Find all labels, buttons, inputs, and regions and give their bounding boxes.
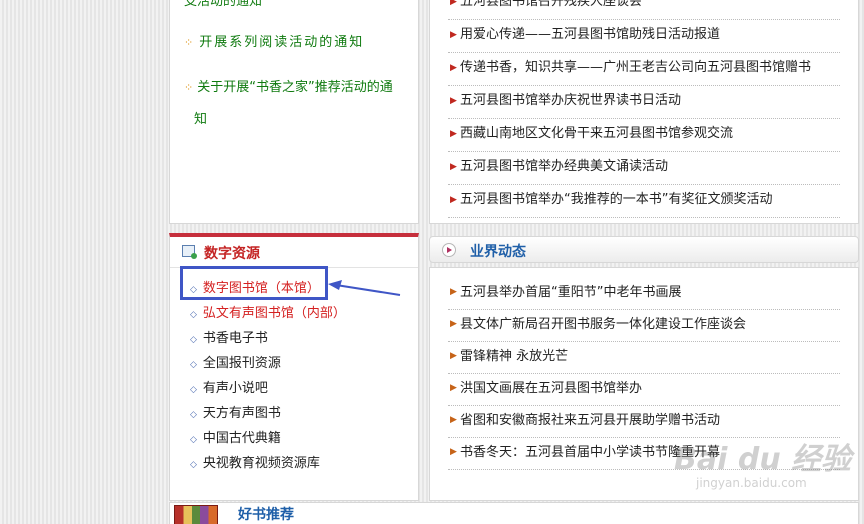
notice-link[interactable]: 支活动的通知: [184, 0, 262, 9]
news-title: 五河县图书馆举办经典美文诵读活动: [460, 159, 669, 174]
news-item[interactable]: ▶ 用爱心传递——五河县图书馆助残日活动报道: [448, 20, 840, 53]
news-item[interactable]: ▶ 洪国文画展在五河县图书馆举办: [448, 374, 840, 406]
notice-text-continued: 知: [194, 112, 208, 127]
diamond-bullet-icon: ◇: [190, 335, 197, 345]
resource-link-cctv-video[interactable]: ◇ 央视教育视频资源库: [190, 451, 346, 476]
news-title: 雷锋精神 永放光芒: [460, 349, 569, 364]
news-title: 五河县举办首届“重阳节”中老年书画展: [460, 285, 682, 300]
notice-panel: 支活动的通知 ⁘ 开展系列阅读活动的通知 ⁘ 关于开展“书香之家”推荐活动的通 知: [169, 0, 419, 224]
watermark-logo: Bai du 经验: [674, 442, 852, 477]
baidu-jingyan-watermark: Bai du 经验 jingyan.baidu.com: [668, 428, 858, 498]
resource-label: 书香电子书: [202, 331, 268, 346]
news-item[interactable]: ▶ 县文体广新局召开图书服务一体化建设工作座谈会: [448, 310, 840, 342]
news-title: 五河县图书馆召开残疾人座谈会: [460, 0, 643, 9]
news-title: 用爱心传递——五河县图书馆助残日活动报道: [460, 27, 721, 42]
notice-link[interactable]: ⁘ 关于开展“书香之家”推荐活动的通 知: [184, 72, 410, 136]
diamond-bullet-icon: ◇: [190, 410, 197, 420]
notice-text: 支活动的通知: [184, 0, 263, 9]
triangle-bullet-icon: ▶: [450, 0, 457, 7]
news-title: 省图和安徽商报社来五河县开展助学赠书活动: [460, 413, 721, 428]
news-item[interactable]: ▶ 传递书香，知识共享——广州王老吉公司向五河县图书馆赠书: [448, 53, 840, 86]
resource-label: 天方有声图书: [202, 406, 281, 421]
triangle-bullet-icon: ▶: [450, 162, 457, 172]
resource-label: 有声小说吧: [202, 381, 268, 396]
diamond-bullet-icon: ◇: [190, 360, 197, 370]
annotation-highlight-box: [180, 266, 328, 300]
triangle-bullet-icon: ▶: [450, 351, 457, 361]
triangle-bullet-icon: ▶: [450, 383, 457, 393]
news-title: 西藏山南地区文化骨干来五河县图书馆参观交流: [460, 126, 734, 141]
diamond-bullet-icon: ◇: [190, 460, 197, 470]
resource-link-ancient-classics[interactable]: ◇ 中国古代典籍: [190, 426, 346, 451]
news-item[interactable]: ▶ 西藏山南地区文化骨干来五河县图书馆参观交流: [448, 119, 840, 152]
book-recommend-header: 好书推荐: [169, 502, 859, 524]
triangle-bullet-icon: ▶: [450, 195, 457, 205]
annotation-arrow-icon: [328, 280, 401, 296]
resource-label: 弘文有声图书馆（内部）: [202, 306, 346, 321]
industry-news-header: 业界动态: [429, 236, 859, 263]
triangle-bullet-icon: ▶: [450, 447, 457, 457]
resource-list: ◇ 数字图书馆（本馆） ◇ 弘文有声图书馆（内部） ◇ 书香电子书 ◇ 全国报刊资源 ◇…: [190, 276, 346, 476]
news-title: 洪国文画展在五河县图书馆举办: [460, 381, 643, 396]
resource-link-tianfang-audio[interactable]: ◇ 天方有声图书: [190, 401, 346, 426]
triangle-bullet-icon: ▶: [450, 63, 457, 73]
news-item[interactable]: ▶ 五河县图书馆举办“我推荐的一本书”有奖征文颁奖活动: [448, 185, 840, 218]
play-circle-icon: [442, 243, 456, 257]
diamond-bullet-icon: ◇: [190, 310, 197, 320]
notice-text: 关于开展“书香之家”推荐活动的通: [197, 80, 393, 95]
news-title: 五河县图书馆举办“我推荐的一本书”有奖征文颁奖活动: [460, 192, 773, 207]
book-recommend-title[interactable]: 好书推荐: [238, 504, 294, 524]
diamond-bullet-icon: ◇: [190, 435, 197, 445]
watermark-url: jingyan.baidu.com: [696, 476, 807, 490]
digital-resources-header: 数字资源: [170, 237, 418, 268]
triangle-bullet-icon: ▶: [450, 96, 457, 106]
resource-link-audio-novels[interactable]: ◇ 有声小说吧: [190, 376, 346, 401]
news-list: ▶ 五河县图书馆召开残疾人座谈会 ▶ 用爱心传递——五河县图书馆助残日活动报道 ▶ 传…: [448, 0, 840, 218]
news-item[interactable]: ▶ 雷锋精神 永放光芒: [448, 342, 840, 374]
resource-label: 中国古代典籍: [202, 431, 281, 446]
resource-label: 央视教育视频资源库: [202, 456, 320, 471]
news-panel: ▶ 五河县图书馆召开残疾人座谈会 ▶ 用爱心传递——五河县图书馆助残日活动报道 ▶ 传…: [429, 0, 859, 224]
news-title: 传递书香，知识共享——广州王老吉公司向五河县图书馆赠书: [460, 60, 812, 75]
resource-link-audio-library[interactable]: ◇ 弘文有声图书馆（内部）: [190, 301, 346, 326]
bullet-icon: ⁘: [184, 36, 196, 49]
digital-resources-title: 数字资源: [204, 246, 260, 262]
industry-news-title[interactable]: 业界动态: [470, 241, 526, 261]
bullet-icon: ⁘: [184, 81, 194, 94]
resource-label: 全国报刊资源: [202, 356, 281, 371]
notice-link[interactable]: ⁘ 开展系列阅读活动的通知: [184, 31, 364, 50]
news-item[interactable]: ▶ 五河县图书馆举办经典美文诵读活动: [448, 152, 840, 185]
news-item[interactable]: ▶ 五河县举办首届“重阳节”中老年书画展: [448, 278, 840, 310]
diamond-bullet-icon: ◇: [190, 385, 197, 395]
resource-link-periodicals[interactable]: ◇ 全国报刊资源: [190, 351, 346, 376]
triangle-bullet-icon: ▶: [450, 287, 457, 297]
notice-text: 开展系列阅读活动的通知: [199, 35, 365, 50]
news-title: 五河县图书馆举办庆祝世界读书日活动: [460, 93, 682, 108]
triangle-bullet-icon: ▶: [450, 30, 457, 40]
resource-link-ebooks[interactable]: ◇ 书香电子书: [190, 326, 346, 351]
triangle-bullet-icon: ▶: [450, 415, 457, 425]
news-item[interactable]: ▶ 五河县图书馆召开残疾人座谈会: [448, 0, 840, 20]
triangle-bullet-icon: ▶: [450, 129, 457, 139]
news-title: 县文体广新局召开图书服务一体化建设工作座谈会: [460, 317, 747, 332]
news-item[interactable]: ▶ 五河县图书馆举办庆祝世界读书日活动: [448, 86, 840, 119]
triangle-bullet-icon: ▶: [450, 319, 457, 329]
books-icon: [174, 505, 218, 524]
resource-icon: [182, 245, 197, 259]
